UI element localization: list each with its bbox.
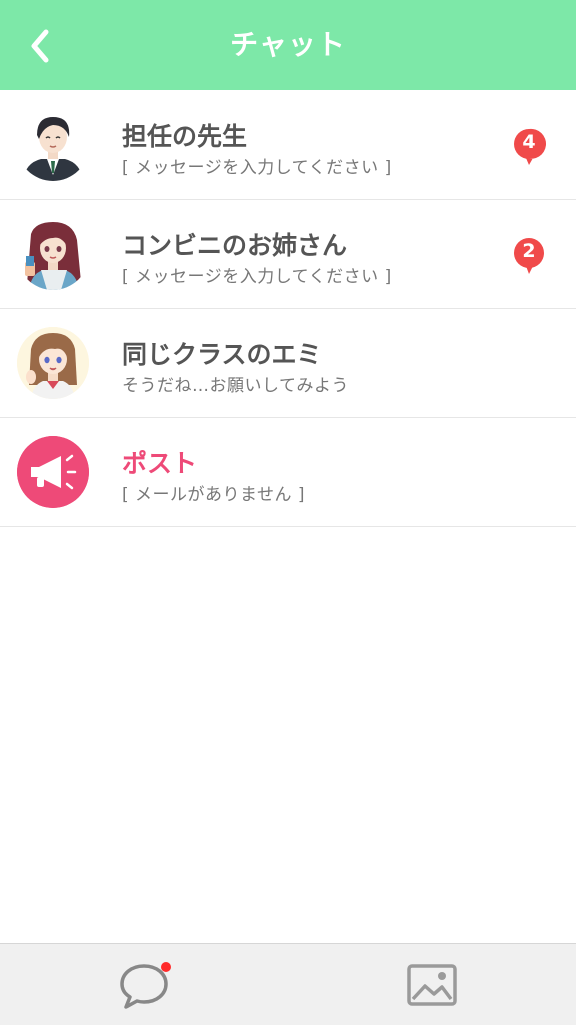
header-bar: チャット (0, 0, 576, 90)
page-title: チャット (230, 28, 346, 61)
avatar-teacher (17, 109, 89, 181)
tab-chat[interactable] (0, 944, 288, 1025)
avatar-store-clerk (17, 218, 89, 290)
chat-row-emi[interactable]: 同じクラスのエミ そうだね…お願いしてみよう (0, 309, 576, 418)
chat-row-teacher[interactable]: 担任の先生 [ メッセージを入力してください ] 4 (0, 91, 576, 200)
megaphone-icon (17, 436, 89, 508)
unread-badge: 4 (512, 127, 548, 167)
unread-count: 2 (522, 240, 536, 262)
tab-gallery[interactable] (288, 944, 576, 1025)
chat-name: 同じクラスのエミ (122, 340, 322, 369)
bottom-tab-bar (0, 943, 576, 1025)
avatar-post (17, 436, 89, 508)
avatar-emi (17, 327, 89, 399)
notification-dot-icon (161, 962, 171, 972)
chat-preview: そうだね…お願いしてみよう (122, 376, 349, 396)
unread-count: 4 (522, 131, 536, 153)
chat-name: コンビニのお姉さん (122, 231, 348, 260)
chat-list: 担任の先生 [ メッセージを入力してください ] 4 コンビニのお姉さん [メ… (0, 91, 576, 527)
chat-row-post[interactable]: ポスト [ メールがありません ] (0, 418, 576, 527)
chat-preview: [ メールがありません ] (122, 485, 306, 505)
image-icon (407, 964, 457, 1006)
chat-row-store-clerk[interactable]: コンビニのお姉さん [ メッセージを入力してください ] 2 (0, 200, 576, 309)
chat-name: 担任の先生 (122, 122, 248, 151)
chat-preview: [ メッセージを入力してください ] (122, 267, 392, 287)
chat-preview: [ メッセージを入力してください ] (122, 158, 392, 178)
chat-name: ポスト (122, 449, 198, 478)
unread-badge: 2 (512, 236, 548, 276)
